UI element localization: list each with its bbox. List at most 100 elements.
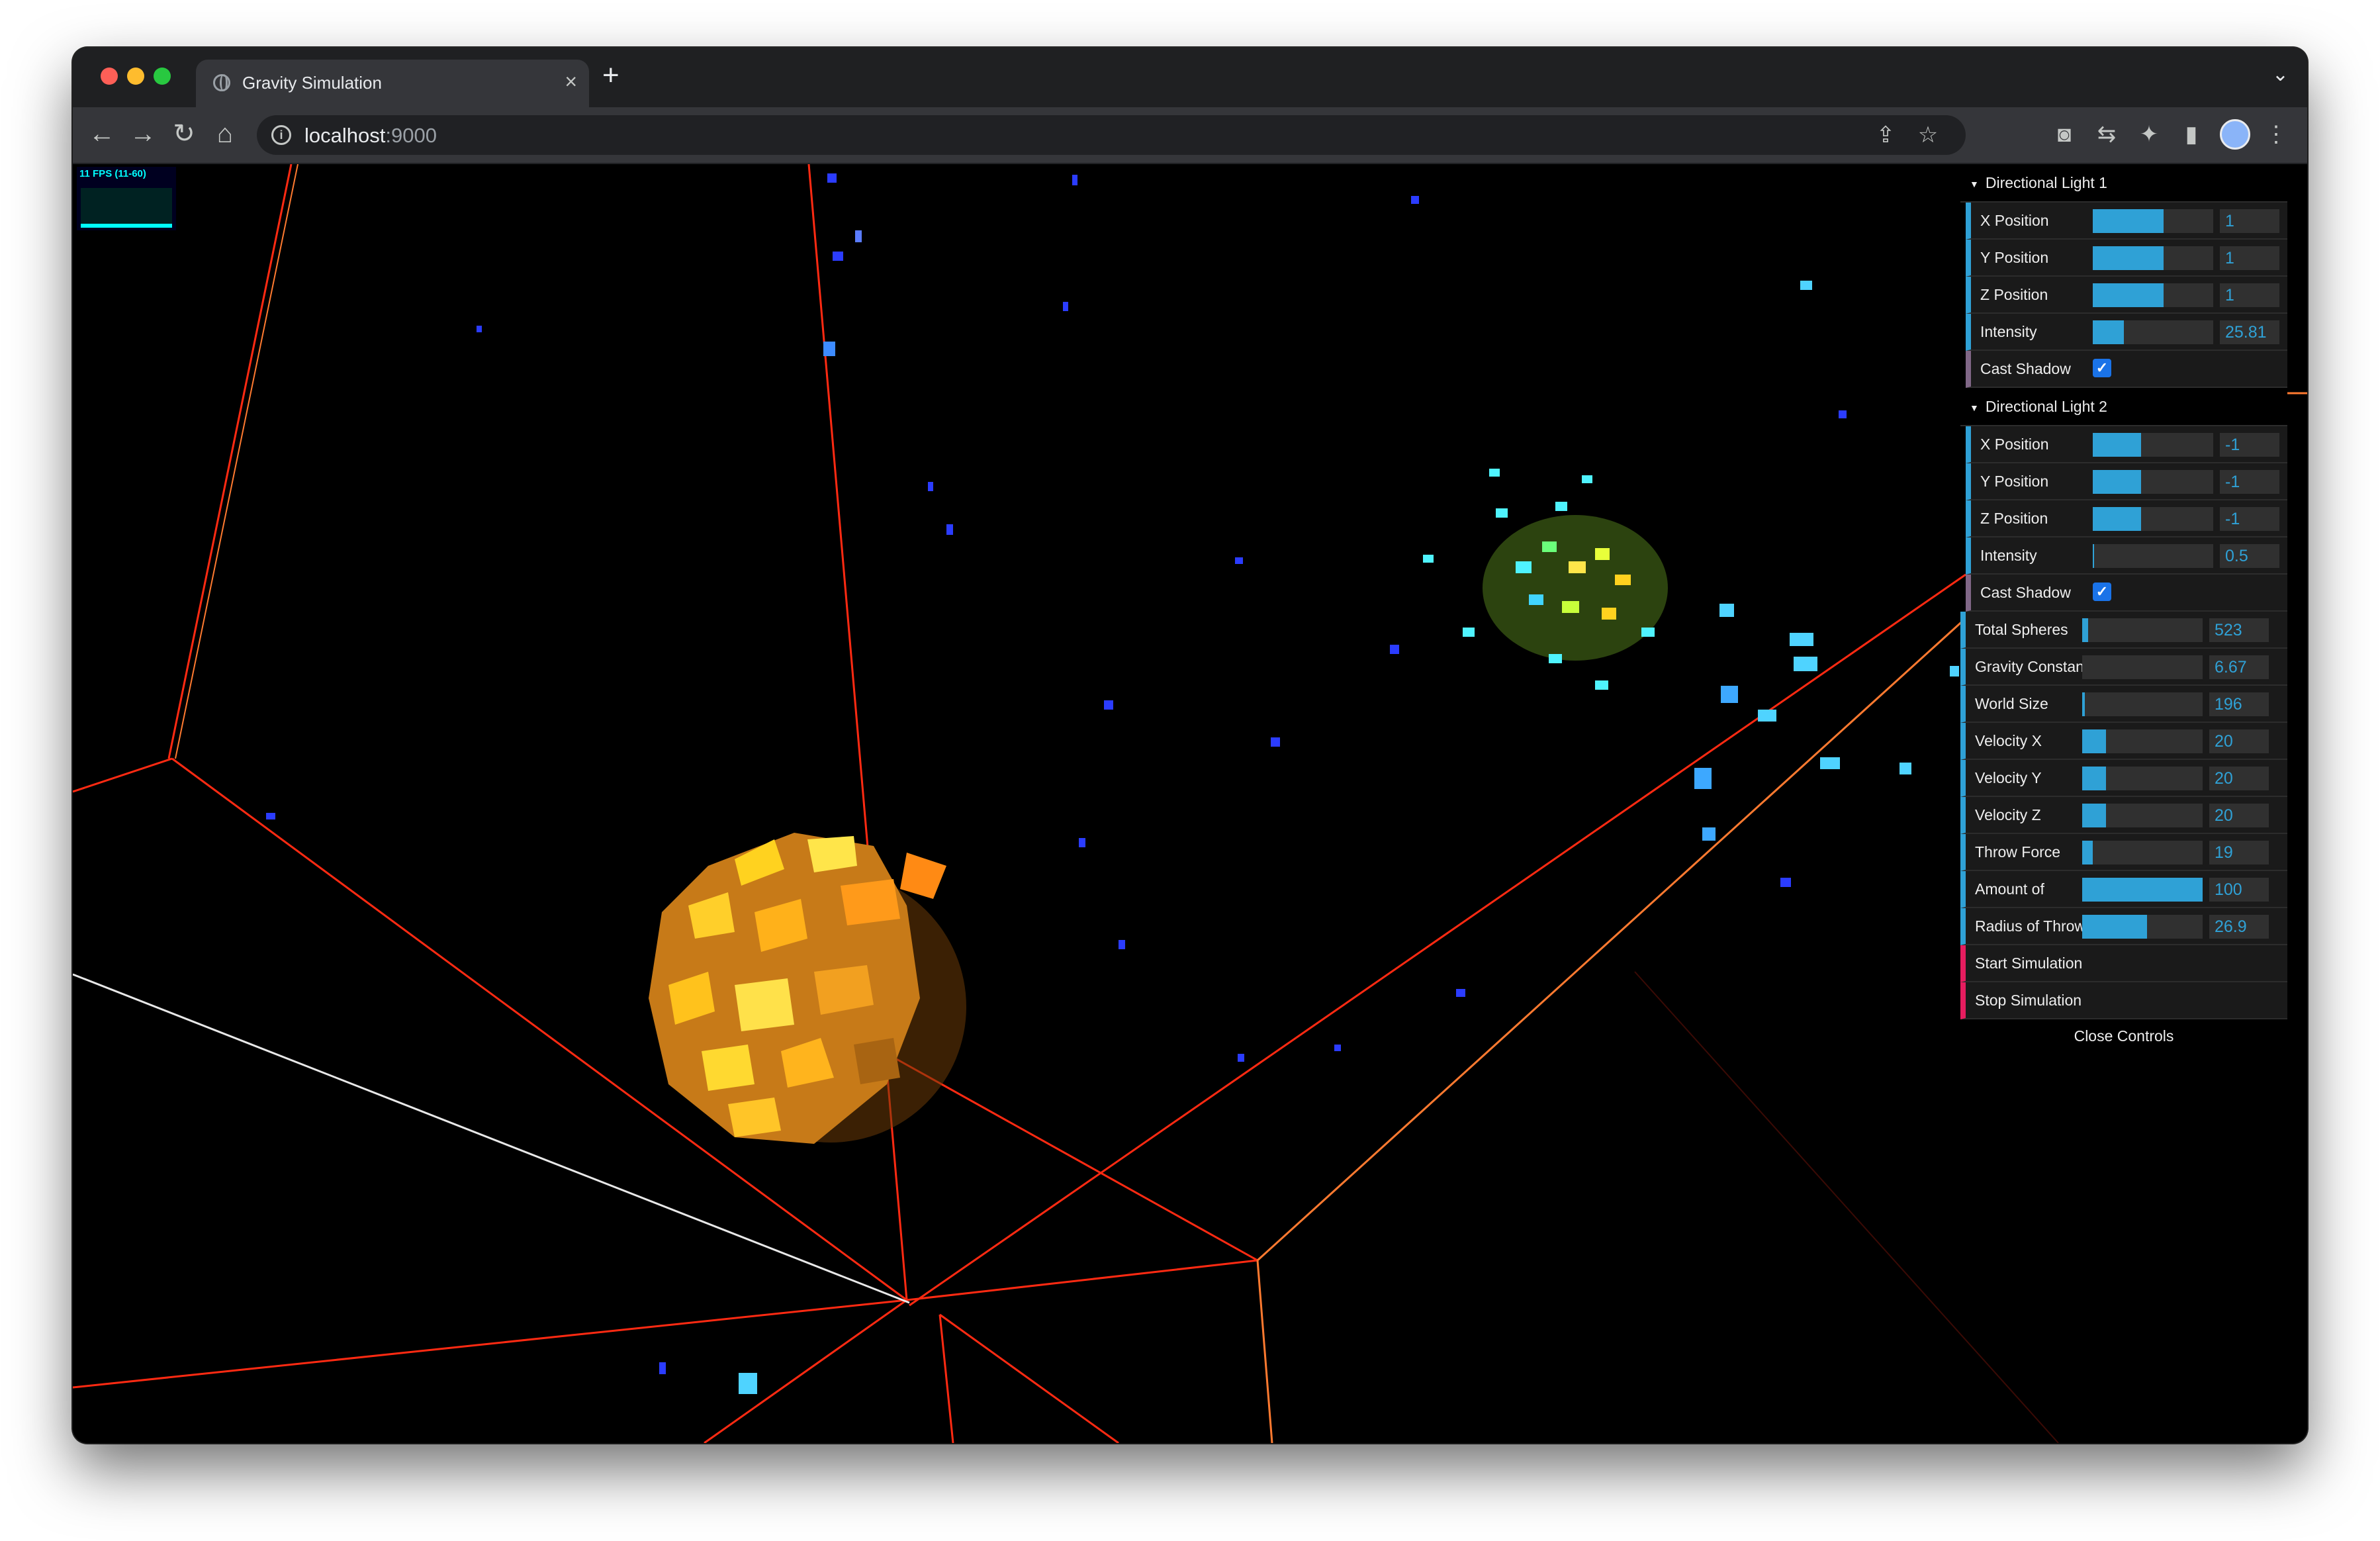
reload-icon[interactable]: ↻ bbox=[168, 118, 200, 150]
forward-icon[interactable]: → bbox=[127, 118, 159, 150]
url-text[interactable]: localhost:9000 bbox=[304, 124, 437, 147]
slider[interactable] bbox=[2093, 507, 2213, 531]
amount-of-control[interactable]: Amount of 100 bbox=[1960, 871, 2287, 908]
number-input[interactable]: 25.81 bbox=[2220, 320, 2279, 344]
particle bbox=[833, 252, 843, 261]
zoom-window-button[interactable] bbox=[154, 68, 171, 85]
number-input[interactable]: 20 bbox=[2209, 804, 2269, 827]
light2-cast-shadow-control[interactable]: Cast Shadow ✓ bbox=[1966, 575, 2287, 612]
radius-of-throw-control[interactable]: Radius of Throw 26.9 bbox=[1960, 908, 2287, 945]
slider[interactable] bbox=[2082, 729, 2203, 753]
address-bar[interactable]: i localhost:9000 ⇪ ☆ bbox=[257, 115, 1966, 155]
folder-directional-light-1[interactable]: ▼ Directional Light 1 bbox=[1960, 164, 2287, 203]
share-icon[interactable]: ⇪ bbox=[1870, 120, 1901, 150]
control-label: Intensity bbox=[1980, 323, 2037, 340]
slider[interactable] bbox=[2082, 655, 2203, 679]
light1-y-position-control[interactable]: Y Position 1 bbox=[1966, 240, 2287, 277]
home-icon[interactable]: ⌂ bbox=[209, 118, 241, 150]
slider[interactable] bbox=[2082, 767, 2203, 790]
slider[interactable] bbox=[2093, 283, 2213, 307]
number-input[interactable]: 196 bbox=[2209, 692, 2269, 716]
world-size-control[interactable]: World Size 196 bbox=[1960, 686, 2287, 723]
close-controls-button[interactable]: Close Controls bbox=[1960, 1019, 2287, 1052]
tab-strip: Gravity Simulation × + ⌄ bbox=[73, 48, 2307, 107]
number-input[interactable]: 1 bbox=[2220, 209, 2279, 233]
slider[interactable] bbox=[2082, 841, 2203, 864]
slider[interactable] bbox=[2093, 209, 2213, 233]
fps-stats-panel[interactable]: 11 FPS (11-60) bbox=[77, 167, 176, 230]
minimize-window-button[interactable] bbox=[127, 68, 144, 85]
particle bbox=[1694, 768, 1712, 789]
control-label: Velocity X bbox=[1975, 732, 2042, 749]
new-tab-button[interactable]: + bbox=[602, 61, 619, 90]
number-input[interactable]: -1 bbox=[2220, 470, 2279, 494]
tab-gravity-simulation[interactable]: Gravity Simulation × bbox=[196, 60, 589, 107]
site-info-icon[interactable]: i bbox=[271, 125, 291, 145]
shard bbox=[1582, 475, 1592, 483]
slider[interactable] bbox=[2082, 915, 2203, 939]
fps-graph bbox=[81, 188, 172, 228]
shard bbox=[900, 853, 946, 899]
kebab-menu-icon[interactable]: ⋮ bbox=[2261, 119, 2291, 150]
profile-avatar[interactable] bbox=[2220, 119, 2250, 150]
slider[interactable] bbox=[2093, 470, 2213, 494]
number-input[interactable]: 1 bbox=[2220, 283, 2279, 307]
velocity-y-control[interactable]: Velocity Y 20 bbox=[1960, 760, 2287, 797]
total-spheres-control[interactable]: Total Spheres 523 bbox=[1960, 612, 2287, 649]
number-input[interactable]: 6.67 bbox=[2209, 655, 2269, 679]
chevron-down-icon[interactable]: ⌄ bbox=[2272, 64, 2289, 86]
slider[interactable] bbox=[2082, 692, 2203, 716]
start-simulation-button[interactable]: Start Simulation bbox=[1960, 945, 2287, 982]
slider-fill bbox=[2082, 618, 2089, 642]
folder-directional-light-2[interactable]: ▼ Directional Light 2 bbox=[1960, 388, 2287, 426]
checkbox-checked[interactable]: ✓ bbox=[2093, 359, 2111, 377]
slider[interactable] bbox=[2093, 320, 2213, 344]
number-input[interactable]: 100 bbox=[2209, 878, 2269, 902]
simulation-canvas[interactable]: 11 FPS (11-60) ▼ Directional Light 1 X Po… bbox=[73, 164, 2307, 1443]
slider[interactable] bbox=[2093, 433, 2213, 457]
light1-z-position-control[interactable]: Z Position 1 bbox=[1966, 277, 2287, 314]
bookmark-star-icon[interactable]: ☆ bbox=[1913, 120, 1943, 150]
shard bbox=[1595, 680, 1608, 690]
slider[interactable] bbox=[2082, 804, 2203, 827]
button-label: Start Simulation bbox=[1975, 955, 2083, 972]
slider[interactable] bbox=[2093, 544, 2213, 568]
globe-icon bbox=[213, 74, 230, 91]
number-input[interactable]: 0.5 bbox=[2220, 544, 2279, 568]
slider[interactable] bbox=[2082, 618, 2203, 642]
gravity-constant-control[interactable]: Gravity Constant 6.67 bbox=[1960, 649, 2287, 686]
particle bbox=[1235, 557, 1243, 564]
close-tab-icon[interactable]: × bbox=[565, 70, 577, 93]
back-icon[interactable]: ← bbox=[86, 118, 118, 150]
extensions-puzzle-icon[interactable]: ✦ bbox=[2134, 119, 2164, 150]
side-panel-icon[interactable]: ▮ bbox=[2176, 119, 2207, 150]
velocity-z-control[interactable]: Velocity Z 20 bbox=[1960, 797, 2287, 834]
camera-icon[interactable]: ◙ bbox=[2049, 119, 2080, 150]
number-input[interactable]: -1 bbox=[2220, 433, 2279, 457]
slider[interactable] bbox=[2082, 878, 2203, 902]
number-input[interactable]: 1 bbox=[2220, 246, 2279, 270]
light2-x-position-control[interactable]: X Position -1 bbox=[1966, 426, 2287, 463]
number-input[interactable]: 523 bbox=[2209, 618, 2269, 642]
control-label: Z Position bbox=[1980, 510, 2048, 527]
throw-force-control[interactable]: Throw Force 19 bbox=[1960, 834, 2287, 871]
number-input[interactable]: 26.9 bbox=[2209, 915, 2269, 939]
close-window-button[interactable] bbox=[101, 68, 118, 85]
translate-icon[interactable]: ⇆ bbox=[2091, 119, 2122, 150]
number-input[interactable]: 19 bbox=[2209, 841, 2269, 864]
light1-cast-shadow-control[interactable]: Cast Shadow ✓ bbox=[1966, 351, 2287, 388]
slider[interactable] bbox=[2093, 246, 2213, 270]
checkbox-checked[interactable]: ✓ bbox=[2093, 583, 2111, 601]
light2-y-position-control[interactable]: Y Position -1 bbox=[1966, 463, 2287, 500]
control-label: Cast Shadow bbox=[1980, 360, 2071, 377]
light1-intensity-control[interactable]: Intensity 25.81 bbox=[1966, 314, 2287, 351]
light2-intensity-control[interactable]: Intensity 0.5 bbox=[1966, 537, 2287, 575]
light2-z-position-control[interactable]: Z Position -1 bbox=[1966, 500, 2287, 537]
number-input[interactable]: 20 bbox=[2209, 729, 2269, 753]
stop-simulation-button[interactable]: Stop Simulation bbox=[1960, 982, 2287, 1019]
particle bbox=[1079, 838, 1085, 847]
velocity-x-control[interactable]: Velocity X 20 bbox=[1960, 723, 2287, 760]
number-input[interactable]: 20 bbox=[2209, 767, 2269, 790]
light1-x-position-control[interactable]: X Position 1 bbox=[1966, 203, 2287, 240]
number-input[interactable]: -1 bbox=[2220, 507, 2279, 531]
